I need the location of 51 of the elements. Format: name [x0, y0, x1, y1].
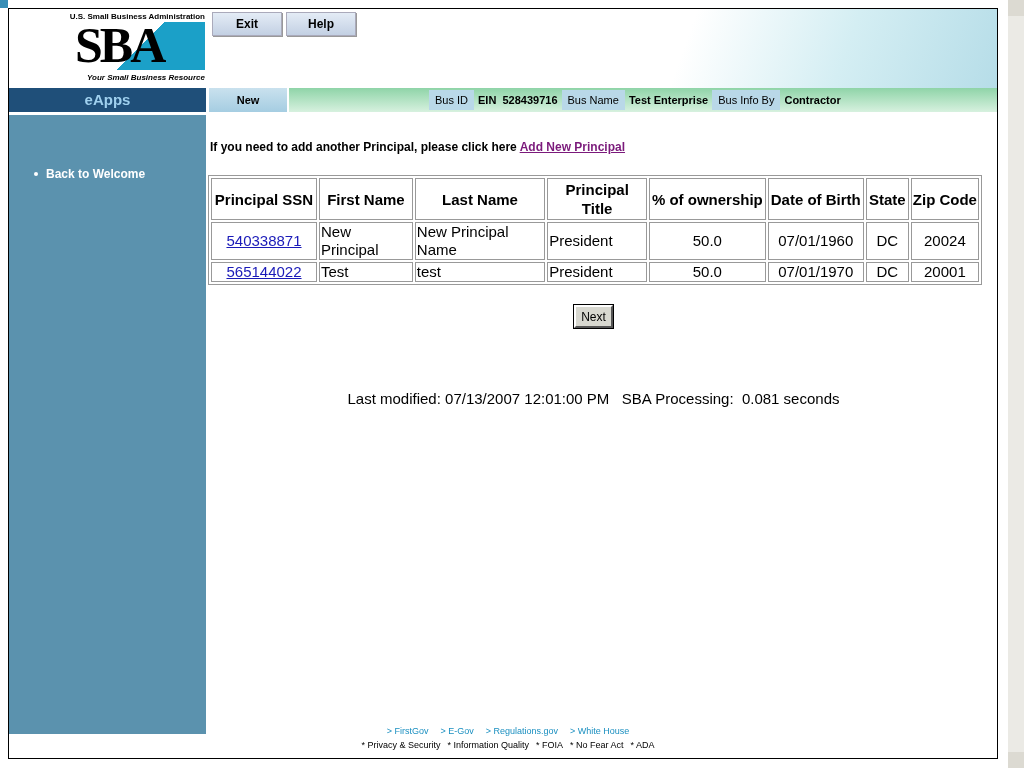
table-cell: DC — [865, 222, 909, 260]
table-cell: test — [414, 262, 546, 282]
column-header: Zip Code — [910, 178, 979, 220]
sidebar-title: eApps — [84, 89, 131, 110]
column-header: Last Name — [414, 178, 546, 220]
footer-link[interactable]: > White House — [570, 725, 630, 739]
table-cell: Test — [319, 262, 413, 282]
footer-link[interactable]: * Privacy & Security — [361, 738, 441, 752]
scrollbar[interactable] — [1008, 0, 1024, 768]
logo-tagline: Your Small Business Resource — [87, 72, 205, 84]
scroll-down-icon[interactable] — [1008, 752, 1024, 768]
column-header: Principal Title — [547, 178, 648, 220]
column-header: Date of Birth — [767, 178, 864, 220]
field-label: Bus Info By — [712, 89, 781, 111]
table-cell: 07/01/1970 — [767, 262, 864, 282]
column-header: Principal SSN — [211, 178, 317, 220]
next-button[interactable]: Next — [574, 305, 613, 328]
footer-link[interactable]: * ADA — [630, 738, 655, 752]
ssn-link[interactable]: 540338871 — [211, 222, 317, 260]
table-cell: President — [547, 262, 648, 282]
table-cell: 50.0 — [649, 262, 766, 282]
footer-link[interactable]: > FirstGov — [386, 725, 429, 739]
footer-link[interactable]: * No Fear Act — [570, 738, 624, 752]
ssn-link[interactable]: 565144022 — [211, 262, 317, 282]
status-line: Last modified: 07/13/2007 12:01:00 PM SBA Processing: 0.081 seconds — [346, 389, 841, 409]
add-principal-link[interactable]: Add New Principal — [519, 140, 625, 154]
footer-link[interactable]: * Information Quality — [447, 738, 529, 752]
column-header: First Name — [319, 178, 413, 220]
field-value: EIN 528439716 — [478, 92, 558, 108]
scroll-up-icon[interactable] — [1008, 0, 1024, 16]
column-header: State — [865, 178, 909, 220]
table-cell: 20001 — [910, 262, 979, 282]
header-button[interactable]: Help — [286, 12, 356, 36]
field-value: Contractor — [784, 92, 841, 108]
status-label: New — [236, 92, 260, 108]
table-cell: DC — [865, 262, 909, 282]
table-cell: 20024 — [910, 222, 979, 260]
header-button[interactable]: Exit — [212, 12, 282, 36]
table-cell: 07/01/1960 — [767, 222, 864, 260]
footer-link[interactable]: > Regulations.gov — [485, 725, 559, 739]
table-cell: President — [547, 222, 648, 260]
footer-link[interactable]: * FOIA — [536, 738, 563, 752]
table-cell: New Principal — [319, 222, 413, 260]
table-cell: 50.0 — [649, 222, 766, 260]
column-header: % of ownership — [649, 178, 766, 220]
field-label: Bus ID — [429, 89, 474, 111]
intro-text: If you need to add another Principal, please click here Add New Principal — [210, 139, 626, 156]
field-label: Bus Name — [561, 89, 625, 111]
field-value: Test Enterprise — [628, 92, 709, 108]
bullet-icon — [34, 172, 38, 176]
footer-link[interactable]: > E-Gov — [440, 725, 474, 739]
